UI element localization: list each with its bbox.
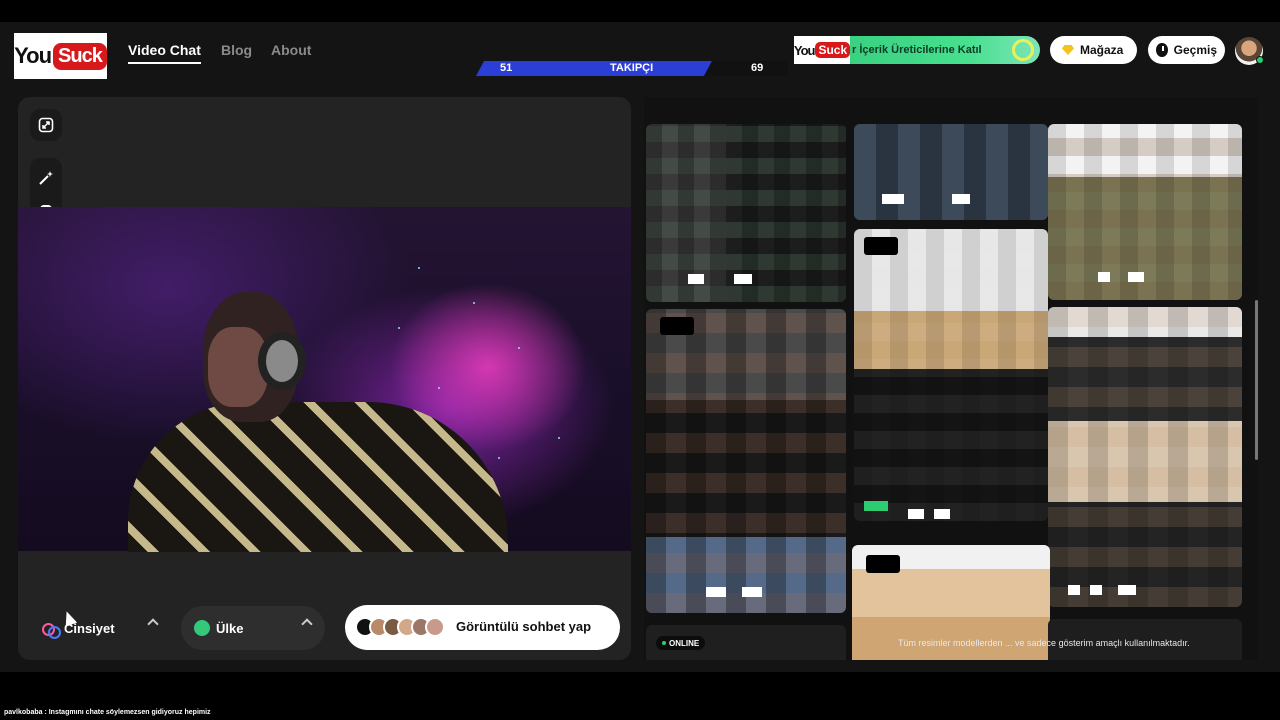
pixel-overlay [646, 309, 846, 613]
creator-promo-banner[interactable]: You Suck r İçerik Üreticilerine Katıl [794, 36, 1040, 64]
expand-icon [38, 117, 54, 133]
status-badge [866, 555, 900, 573]
chevron-up-icon [147, 618, 159, 630]
model-tile[interactable] [854, 124, 1048, 220]
logo-you-text: You [14, 43, 52, 68]
status-badge [660, 317, 694, 335]
model-tile[interactable] [646, 124, 846, 302]
nav-video-chat-label: Video Chat [128, 42, 201, 58]
model-tile[interactable] [1048, 307, 1242, 607]
stream-chat-overlay: pavlkobaba : Instagmını chate söylemezse… [4, 709, 211, 716]
online-dot-icon [662, 641, 666, 645]
history-button-label: Geçmiş [1173, 43, 1217, 57]
censored-label [952, 194, 970, 204]
promo-text: r İçerik Üreticilerine Katıl [852, 44, 982, 56]
pixel-overlay [1048, 124, 1242, 300]
nav-blog[interactable]: Blog [221, 42, 252, 58]
country-filter-label: Ülke [216, 620, 244, 636]
globe-icon [194, 620, 210, 636]
grid-scrollbar[interactable] [1255, 300, 1258, 460]
follower-bar-remaining [704, 61, 788, 76]
shop-button[interactable]: Mağaza [1050, 36, 1137, 64]
promo-logo: You Suck [794, 36, 851, 64]
follower-label: TAKIPÇI [610, 62, 654, 74]
online-badge-label: ONLINE [669, 638, 700, 648]
censored-label [1090, 585, 1102, 595]
self-video-panel: Cinsiyet Ülke Görüntülü sohbet yap [18, 97, 631, 660]
censored-label [734, 274, 752, 284]
top-letterbox [0, 0, 1280, 22]
follower-progress-bar: 51 TAKIPÇI 69 [476, 61, 788, 76]
pixel-overlay [854, 229, 1048, 521]
pixel-overlay [1048, 307, 1242, 607]
magic-wand-icon[interactable] [38, 170, 54, 186]
start-video-chat-label: Görüntülü sohbet yap [456, 619, 592, 634]
avatar-thumb [425, 617, 445, 637]
promo-badge-icon [1012, 39, 1034, 61]
follower-goal-count: 69 [751, 62, 764, 74]
logo-suck-text: Suck [53, 42, 107, 70]
censored-label [706, 587, 726, 597]
follower-current-count: 51 [500, 62, 513, 74]
history-button[interactable]: Geçmiş [1148, 36, 1225, 64]
nav-active-underline [128, 62, 201, 64]
headset-icon [258, 332, 306, 390]
online-badge: ONLINE [656, 636, 706, 650]
model-preview-grid [644, 97, 1258, 660]
promo-logo-you: You [794, 42, 815, 58]
censored-label [882, 194, 904, 204]
pixelated-preview [854, 124, 1048, 220]
shop-button-label: Mağaza [1080, 43, 1124, 57]
censored-label [1068, 585, 1080, 595]
star-light [558, 437, 560, 439]
online-status-dot [1256, 56, 1264, 64]
gem-icon [1062, 45, 1074, 55]
nav-about-label: About [271, 42, 312, 58]
censored-label [908, 509, 924, 519]
promo-logo-suck: Suck [815, 42, 851, 58]
country-filter[interactable]: Ülke [181, 606, 325, 650]
censored-label [742, 587, 762, 597]
chevron-up-icon [301, 618, 313, 630]
gender-icon [42, 620, 61, 639]
star-light [418, 267, 420, 269]
censored-label [1128, 272, 1144, 282]
images-disclaimer: Tüm resimler modellerden ... ve sadece g… [898, 638, 1190, 648]
nav-about[interactable]: About [271, 42, 311, 58]
nav-video-chat[interactable]: Video Chat [128, 42, 201, 64]
patterned-hoodie [128, 402, 508, 552]
expand-button[interactable] [30, 109, 62, 141]
site-logo[interactable]: You Suck [14, 33, 107, 79]
user-avatars-stack [355, 617, 445, 639]
gender-filter[interactable]: Cinsiyet [30, 606, 171, 650]
censored-label [1098, 272, 1110, 282]
model-tile[interactable] [1048, 124, 1242, 300]
censored-label [934, 509, 950, 519]
camera-feed [18, 207, 631, 552]
start-video-chat-button[interactable]: Görüntülü sohbet yap [345, 605, 620, 650]
model-tile[interactable] [854, 229, 1048, 521]
censored-label [688, 274, 704, 284]
censored-label [1118, 585, 1136, 595]
clock-icon [1156, 43, 1168, 57]
censored-label [864, 501, 888, 511]
nav-blog-label: Blog [221, 42, 253, 58]
status-badge [864, 237, 898, 255]
model-tile[interactable] [646, 309, 846, 613]
streamer-figure [108, 292, 528, 552]
